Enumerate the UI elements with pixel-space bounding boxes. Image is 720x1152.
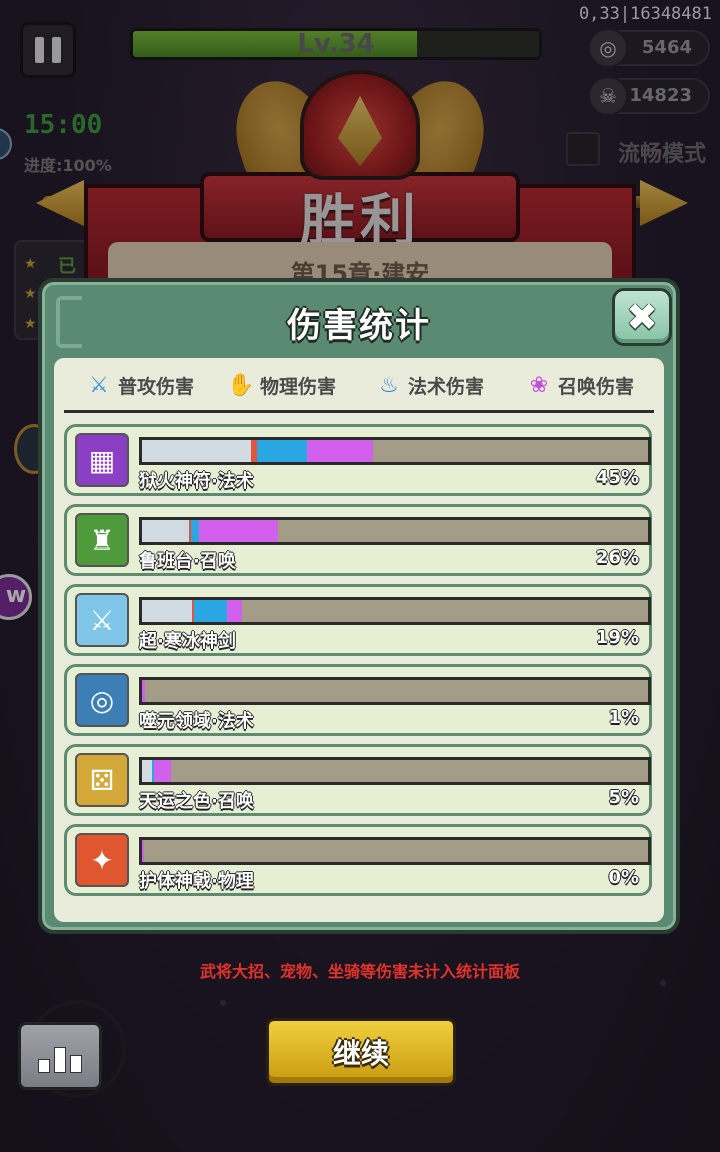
podium-bar	[38, 1059, 50, 1073]
damage-bar-segment	[142, 600, 192, 622]
skill-name: 超·寒冰神剑	[139, 631, 236, 652]
damage-percent: 5%	[608, 787, 639, 808]
damage-percent: 1%	[608, 707, 639, 728]
damage-stats-panel: 伤害统计 ✖ ⚔ 普攻伤害 ✋ 物理伤害 ♨ 法术伤害 ❀ 召唤伤害 ▦ 狱火神符…	[38, 278, 680, 934]
legend-label: 召唤伤害	[558, 376, 635, 398]
sword-icon: ⚔	[89, 373, 109, 398]
damage-percent: 26%	[595, 547, 639, 568]
damage-bar-segment	[307, 440, 374, 462]
legend-divider	[64, 410, 654, 413]
skill-name: 护体神戟·物理	[139, 871, 254, 892]
continue-label: 继续	[332, 1037, 389, 1070]
damage-bar-segment	[190, 520, 199, 542]
claw-icon: ✋	[227, 373, 255, 398]
ice-sword-icon: ⚔	[75, 593, 129, 647]
paw-icon: ❀	[529, 373, 549, 398]
legend-item-normal: ⚔ 普攻伤害	[86, 372, 194, 399]
damage-row: ▦ 狱火神符·法术 45%	[64, 424, 652, 496]
damage-bar-segment	[193, 600, 227, 622]
skill-name: 天运之色·召唤	[139, 791, 254, 812]
damage-bar	[139, 597, 651, 625]
podium-bar	[54, 1047, 66, 1073]
legend-label: 物理伤害	[260, 376, 337, 398]
damage-bar	[139, 837, 651, 865]
flame-icon: ♨	[379, 373, 399, 398]
dice-icon: ⚄	[75, 753, 129, 807]
damage-bar-segment	[198, 520, 279, 542]
rune-icon: ▦	[75, 433, 129, 487]
damage-bar-segment	[227, 600, 243, 622]
tower-icon: ♜	[75, 513, 129, 567]
damage-row: ♜ 鲁班台·召唤 26%	[64, 504, 652, 576]
damage-percent: 19%	[595, 627, 639, 648]
skill-name: 鲁班台·召唤	[139, 551, 236, 572]
damage-bar-segment	[256, 440, 308, 462]
halberd-icon: ✦	[75, 833, 129, 887]
damage-bar-segment	[142, 840, 145, 862]
close-icon: ✖	[626, 295, 658, 339]
damage-row: ⚔ 超·寒冰神剑 19%	[64, 584, 652, 656]
legend-item-summon: ❀ 召唤伤害	[526, 372, 634, 399]
damage-bar	[139, 677, 651, 705]
stats-note: 武将大招、宠物、坐骑等伤害未计入统计面板	[199, 962, 520, 981]
damage-legend: ⚔ 普攻伤害 ✋ 物理伤害 ♨ 法术伤害 ❀ 召唤伤害	[54, 366, 664, 410]
legend-label: 法术伤害	[408, 376, 485, 398]
damage-percent: 45%	[595, 467, 639, 488]
damage-bar-segment	[142, 520, 189, 542]
damage-bar-segment	[142, 680, 146, 702]
continue-button[interactable]: 继续	[266, 1018, 456, 1086]
damage-percent: 0%	[608, 867, 639, 888]
damage-row: ✦ 护体神戟·物理 0%	[64, 824, 652, 896]
damage-bar	[139, 757, 651, 785]
close-button[interactable]: ✖	[612, 288, 672, 346]
skill-name: 噬元领域·法术	[139, 711, 254, 732]
legend-item-physical: ✋ 物理伤害	[227, 372, 337, 399]
damage-bar-segment	[154, 760, 172, 782]
legend-label: 普攻伤害	[118, 376, 195, 398]
damage-bar-segment	[142, 760, 153, 782]
stats-button[interactable]	[18, 1022, 102, 1090]
damage-stats-content: ⚔ 普攻伤害 ✋ 物理伤害 ♨ 法术伤害 ❀ 召唤伤害 ▦ 狱火神符·法术 45% ♜…	[54, 358, 664, 922]
panel-title: 伤害统计	[287, 306, 431, 346]
damage-bar	[139, 437, 651, 465]
damage-bar	[139, 517, 651, 545]
skill-name: 狱火神符·法术	[139, 471, 254, 492]
damage-bar-segment	[142, 440, 251, 462]
vortex-icon: ◎	[75, 673, 129, 727]
podium-bar	[70, 1055, 82, 1073]
damage-row: ◎ 噬元领域·法术 1%	[64, 664, 652, 736]
damage-row: ⚄ 天运之色·召唤 5%	[64, 744, 652, 816]
legend-item-magic: ♨ 法术伤害	[376, 372, 484, 399]
